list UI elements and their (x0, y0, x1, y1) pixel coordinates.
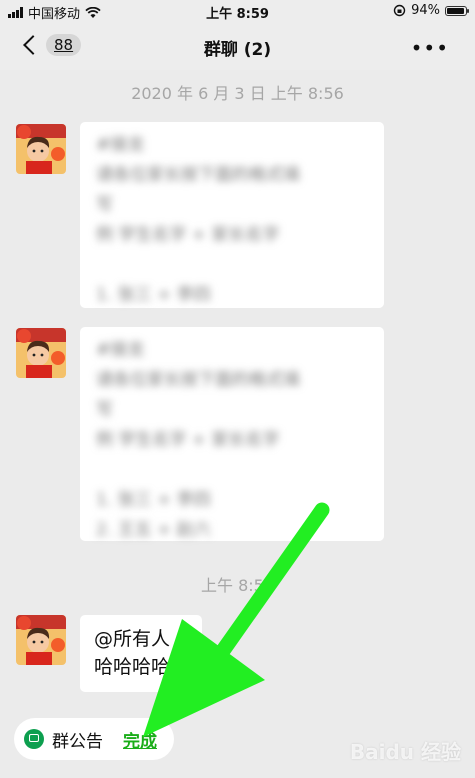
battery-icon (445, 5, 469, 16)
group-notice-pill: 群公告 完成 (14, 718, 174, 760)
battery-percent: 94% (411, 3, 440, 18)
navigation-bar: 88 群聊 (2) ••• (0, 22, 475, 70)
sender-avatar[interactable] (16, 328, 66, 378)
more-options-button[interactable]: ••• (411, 36, 449, 60)
avatar-cartoon-icon (16, 328, 66, 378)
chat-timestamp: 上午 8:56 (200, 576, 275, 595)
baidu-watermark: Baidu 经验 (349, 740, 461, 764)
avatar-cartoon-icon (16, 124, 66, 174)
status-right: 94% (393, 3, 469, 18)
notice-icon (24, 729, 44, 749)
chat-title: 群聊 (2) (203, 40, 272, 60)
message-text: #接龙 请各位家长按下面的格式填 写 例 学生名字 + 家长名字 1. 张三 +… (96, 135, 300, 305)
chat-timestamp: 2020 年 6 月 3 日 上午 8:56 (131, 84, 344, 103)
message-text: #接龙 请各位家长按下面的格式填 写 例 学生名字 + 家长名字 1. 张三 +… (96, 340, 300, 540)
avatar-cartoon-icon (16, 615, 66, 665)
message-bubble[interactable]: @所有人 哈哈哈哈 (80, 615, 202, 692)
status-bar: 中国移动 上午 8:59 94% (0, 0, 475, 22)
message-bubble[interactable]: #接龙 请各位家长按下面的格式填 写 例 学生名字 + 家长名字 1. 张三 +… (80, 122, 384, 308)
message-text: @所有人 哈哈哈哈 (94, 628, 171, 678)
sender-avatar[interactable] (16, 124, 66, 174)
wechat-group-chat-screen: 中国移动 上午 8:59 94% 88 群聊 (2) ••• 2020 年 6 … (0, 0, 475, 778)
sender-avatar[interactable] (16, 615, 66, 665)
group-notice-label: 群公告 (52, 731, 103, 752)
message-bubble[interactable]: #接龙 请各位家长按下面的格式填 写 例 学生名字 + 家长名字 1. 张三 +… (80, 327, 384, 541)
done-button[interactable]: 完成 (123, 727, 157, 752)
orientation-lock-icon (393, 4, 406, 17)
